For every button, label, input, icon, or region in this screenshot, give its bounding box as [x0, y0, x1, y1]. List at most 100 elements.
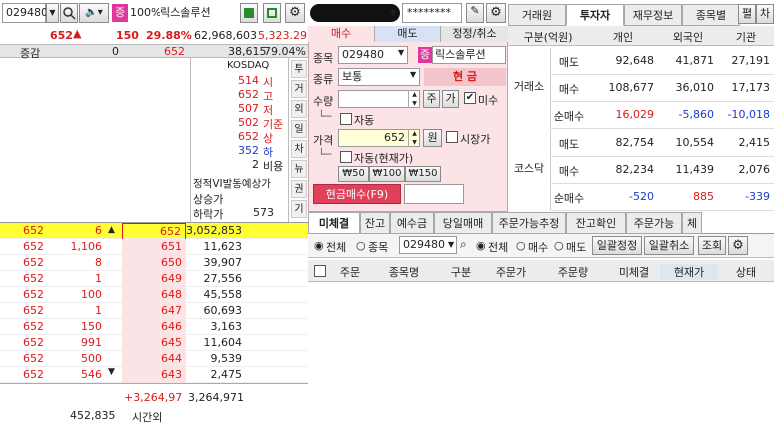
- book-level-price[interactable]: 647: [122, 303, 186, 319]
- book-level-price[interactable]: 645: [122, 335, 186, 351]
- radio-all-label: 전체: [326, 241, 347, 254]
- book-level-price[interactable]: 648: [122, 287, 186, 303]
- investor-row-label: 매수: [558, 83, 580, 96]
- link-button[interactable]: [263, 3, 281, 23]
- code-dropdown-button[interactable]: ▼: [46, 3, 59, 23]
- edit-button[interactable]: ✎: [466, 3, 484, 23]
- investor-value: 17,173: [731, 81, 771, 94]
- investor-header: 기관: [735, 31, 757, 44]
- account-dropdown-icon[interactable]: ▼: [390, 4, 396, 22]
- tab-modify[interactable]: 정정/취소: [440, 26, 508, 42]
- password-field[interactable]: ********: [402, 3, 462, 23]
- investor-value: 82,754: [615, 136, 655, 149]
- investor-tab[interactable]: 투자자: [566, 4, 624, 26]
- bottom-tab[interactable]: 잔고: [360, 212, 390, 234]
- side-tab[interactable]: 차: [291, 140, 307, 158]
- radio-stock[interactable]: ○: [356, 239, 366, 252]
- order-type-dropdown-icon[interactable]: ▼: [410, 70, 416, 79]
- bottom-settings-button[interactable]: ⚙: [728, 236, 748, 255]
- bottom-code-dropdown-icon[interactable]: ▼: [448, 240, 454, 249]
- step-50-button[interactable]: ₩50: [338, 166, 369, 182]
- radio-all[interactable]: ◉: [314, 239, 324, 252]
- auto-checkbox[interactable]: [340, 113, 352, 125]
- side-tab[interactable]: 일: [291, 120, 307, 138]
- investor-header: 외국인: [672, 31, 704, 44]
- book-level-price[interactable]: 650: [122, 255, 186, 271]
- quote-volume: 62,968,603: [194, 29, 257, 42]
- tab-buy[interactable]: 매수: [308, 26, 374, 42]
- bulk-modify-button[interactable]: 일괄정정: [592, 236, 642, 255]
- book-level-price[interactable]: 651: [122, 239, 186, 255]
- stock-code-input[interactable]: 029480: [2, 3, 48, 23]
- investor-table: 구분(억원) 개인 외국인 기관 거래소 매도 92,648 41,871 27,191 매수 10…: [508, 26, 774, 211]
- bottom-tab[interactable]: 예수금: [390, 212, 434, 234]
- book-level-price[interactable]: 649: [122, 271, 186, 287]
- scroll-up-icon[interactable]: ▲: [108, 225, 115, 235]
- search-icon[interactable]: ⌕: [460, 237, 467, 252]
- chart-button[interactable]: [240, 3, 258, 23]
- qty-price-button[interactable]: 가: [442, 90, 459, 108]
- side-tab[interactable]: 거: [291, 80, 307, 98]
- quote-price: 652: [50, 29, 73, 42]
- sound-button[interactable]: 🔈▾: [79, 3, 109, 23]
- book-qty: 546: [81, 368, 102, 381]
- side-tab[interactable]: 권: [291, 180, 307, 198]
- radio-sell[interactable]: ○: [554, 239, 564, 252]
- radio-buy[interactable]: ○: [516, 239, 526, 252]
- bottom-tab[interactable]: 주문가능추정: [492, 212, 566, 234]
- qty-stepper[interactable]: ▲ ▼: [408, 90, 420, 108]
- bottom-tab[interactable]: 미체결: [308, 212, 360, 234]
- divider: [550, 101, 774, 102]
- side-tab[interactable]: 기: [291, 200, 307, 218]
- price-stepper[interactable]: ▲ ▼: [408, 129, 420, 147]
- vi-label: 정적VI발동예상가: [193, 178, 271, 190]
- side-tab[interactable]: 외: [291, 100, 307, 118]
- market-price-checkbox[interactable]: [446, 131, 458, 143]
- step-100-button[interactable]: ₩100: [369, 166, 405, 182]
- radio-sell-label: 매도: [566, 241, 587, 254]
- bottom-col-header: 종목명: [388, 266, 420, 279]
- select-all-checkbox[interactable]: [314, 265, 326, 277]
- radio-all2[interactable]: ◉: [476, 239, 486, 252]
- info-value: 502: [238, 116, 259, 129]
- bulk-cancel-button[interactable]: 일괄취소: [644, 236, 694, 255]
- side-tab[interactable]: 투: [291, 60, 307, 78]
- scroll-down-icon[interactable]: ▼: [108, 367, 115, 377]
- cha-button[interactable]: 차: [756, 4, 774, 24]
- qty-shares-button[interactable]: 주: [423, 90, 440, 108]
- radio-all2-label: 전체: [488, 241, 509, 254]
- tab-sell[interactable]: 매도: [374, 26, 440, 42]
- pyeol-button[interactable]: 펼: [738, 4, 756, 24]
- book-level-price[interactable]: 643: [122, 367, 186, 383]
- side-tab[interactable]: 뉴: [291, 160, 307, 178]
- info-value: 652: [238, 130, 259, 143]
- settings-button[interactable]: ⚙: [285, 3, 305, 23]
- investor-tab[interactable]: 거래원: [508, 4, 566, 26]
- submit-buy-button[interactable]: 현금매수(F9): [313, 184, 401, 204]
- order-settings-button[interactable]: ⚙: [486, 3, 506, 23]
- query-button[interactable]: 조회: [698, 236, 726, 255]
- auto-current-checkbox[interactable]: [340, 151, 352, 163]
- bottom-tab[interactable]: 주문가능: [626, 212, 682, 234]
- order-code-dropdown-icon[interactable]: ▼: [398, 48, 404, 57]
- book-level-volume: 11,604: [203, 336, 243, 349]
- market-price-label: 시장가: [460, 133, 491, 146]
- bottom-tab[interactable]: 체: [682, 212, 702, 234]
- submit-extra-field[interactable]: [404, 184, 464, 204]
- investor-row-label: 매수: [558, 165, 580, 178]
- investor-tab[interactable]: 재무정보: [624, 4, 682, 26]
- book-price: 652: [23, 224, 44, 237]
- order-type-select[interactable]: 보통: [338, 68, 420, 86]
- search-icon: [63, 7, 76, 20]
- book-level-price[interactable]: 644: [122, 351, 186, 367]
- step-150-button[interactable]: ₩150: [405, 166, 441, 182]
- bottom-tab[interactable]: 당일매매: [434, 212, 492, 234]
- price-unit-button[interactable]: 원: [423, 129, 442, 147]
- bottom-tab[interactable]: 잔고확인: [566, 212, 626, 234]
- unfilled-checkbox[interactable]: ✔: [464, 92, 476, 104]
- book-level-price[interactable]: 646: [122, 319, 186, 335]
- search-button[interactable]: [60, 3, 78, 23]
- investor-tab[interactable]: 종목별: [682, 4, 740, 26]
- diff-current: 652: [164, 45, 185, 58]
- speaker-icon: 🔈▾: [85, 7, 103, 18]
